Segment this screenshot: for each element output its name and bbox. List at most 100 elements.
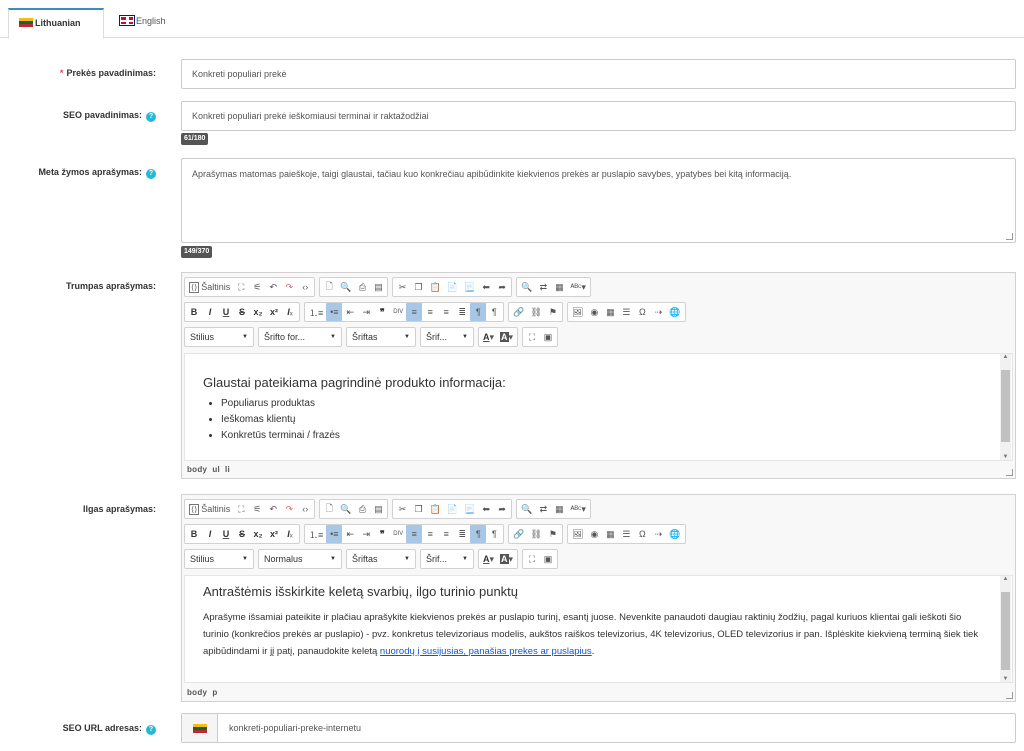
- bold-icon[interactable]: B: [186, 303, 202, 321]
- link-icon[interactable]: 🔗: [510, 303, 527, 321]
- cut-icon[interactable]: ✂: [394, 278, 410, 296]
- size-dropdown[interactable]: Šrif... ▼: [420, 549, 474, 569]
- blockquote-icon[interactable]: ❞: [374, 303, 390, 321]
- paste-word-icon[interactable]: 📃: [461, 500, 478, 518]
- hr-icon[interactable]: ☰: [618, 525, 634, 543]
- templates-icon[interactable]: ⛶: [233, 500, 249, 518]
- paste-word-icon[interactable]: 📃: [461, 278, 478, 296]
- undo-grey-icon[interactable]: ↶: [265, 278, 281, 296]
- paste-icon[interactable]: 📋: [426, 278, 443, 296]
- path-item[interactable]: body: [187, 688, 207, 697]
- format-dropdown[interactable]: Normalus ▼: [258, 549, 342, 569]
- spellcheck-icon[interactable]: ᴬᴮᶜ▾: [567, 278, 589, 296]
- styles-dropdown[interactable]: Stilius ▼: [184, 327, 254, 347]
- replace-icon[interactable]: ⇄: [535, 278, 551, 296]
- new-page-icon[interactable]: 🗋: [321, 500, 337, 518]
- superscript-icon[interactable]: x²: [266, 303, 282, 321]
- new-page-icon[interactable]: 🗋: [321, 278, 337, 296]
- redo-icon[interactable]: ➦: [494, 278, 510, 296]
- copy-icon[interactable]: ❐: [410, 500, 426, 518]
- image-icon[interactable]: 🖼: [569, 525, 586, 543]
- align-left-icon[interactable]: ≡: [406, 303, 423, 321]
- align-center-icon[interactable]: ≡: [422, 525, 438, 543]
- numbered-list-icon[interactable]: ⒈≡: [306, 525, 326, 543]
- template-icon[interactable]: ▤: [370, 500, 386, 518]
- anchor-icon[interactable]: ⚑: [545, 525, 561, 543]
- div-icon[interactable]: DIV: [390, 303, 406, 321]
- scrollbar[interactable]: ▲ ▼: [1000, 576, 1011, 682]
- template-icon[interactable]: ▤: [370, 278, 386, 296]
- unlink-icon[interactable]: ⛓: [528, 525, 545, 543]
- print-icon[interactable]: ⎙: [354, 278, 370, 296]
- preview-icon[interactable]: 🔍: [337, 500, 354, 518]
- select-all-icon[interactable]: ▦: [551, 500, 567, 518]
- bold-icon[interactable]: B: [186, 525, 202, 543]
- rtl-icon[interactable]: ¶: [486, 303, 502, 321]
- ltr-icon[interactable]: ¶: [470, 303, 487, 321]
- bg-color-icon[interactable]: A ▾: [497, 328, 516, 346]
- iframe-icon[interactable]: 🌐: [666, 303, 683, 321]
- bulleted-list-icon[interactable]: •≡: [326, 303, 343, 321]
- copy-icon[interactable]: ❐: [410, 278, 426, 296]
- undo-icon[interactable]: ⬅: [478, 278, 494, 296]
- paste-text-icon[interactable]: 📄: [444, 278, 461, 296]
- table-icon[interactable]: ▦: [602, 303, 618, 321]
- path-item[interactable]: ul: [212, 465, 220, 474]
- meta-description-textarea[interactable]: Aprašymas matomas paieškoje, taigi glaus…: [181, 158, 1016, 243]
- tab-english[interactable]: English: [110, 8, 176, 39]
- text-color-icon[interactable]: A ▾: [480, 550, 497, 568]
- superscript-icon[interactable]: x²: [266, 525, 282, 543]
- rtl-icon[interactable]: ¶: [486, 525, 502, 543]
- maximize-icon[interactable]: ⛶: [524, 328, 540, 346]
- help-icon[interactable]: ?: [146, 169, 156, 179]
- text-color-icon[interactable]: A ▾: [480, 328, 497, 346]
- resize-handle[interactable]: [1006, 233, 1013, 240]
- replace-icon[interactable]: ⇄: [535, 500, 551, 518]
- print-icon[interactable]: ⎙: [354, 500, 370, 518]
- align-left-icon[interactable]: ≡: [406, 525, 423, 543]
- scroll-down-icon[interactable]: ▼: [1000, 454, 1011, 460]
- outdent-icon[interactable]: ⇤: [342, 303, 358, 321]
- seo-url-input[interactable]: konkreti-populiari-preke-internetu: [229, 714, 361, 742]
- justify-icon[interactable]: ≣: [454, 525, 470, 543]
- preview-icon[interactable]: 🔍: [337, 278, 354, 296]
- italic-icon[interactable]: I: [202, 525, 218, 543]
- source-button[interactable]: ⟨⟩ Šaltinis: [186, 278, 233, 296]
- find-icon[interactable]: 🔍: [518, 500, 535, 518]
- seo-name-input[interactable]: Konkreti populiari prekė ieškomiausi ter…: [181, 101, 1016, 131]
- special-char-icon[interactable]: Ω: [634, 303, 650, 321]
- scroll-thumb[interactable]: [1001, 592, 1010, 670]
- iframe-icon[interactable]: 🌐: [666, 525, 683, 543]
- find-replace-icon[interactable]: ⚟: [249, 500, 265, 518]
- undo-icon[interactable]: ⬅: [478, 500, 494, 518]
- page-break-icon[interactable]: ⇢: [650, 303, 666, 321]
- format-dropdown[interactable]: Šrifto for... ▼: [258, 327, 342, 347]
- font-dropdown[interactable]: Šriftas ▼: [346, 549, 416, 569]
- tab-lithuanian[interactable]: Lithuanian: [8, 8, 104, 39]
- find-icon[interactable]: 🔍: [518, 278, 535, 296]
- related-products-link[interactable]: nuorodų į susijusias, panašias prekes ar…: [380, 646, 592, 657]
- italic-icon[interactable]: I: [202, 303, 218, 321]
- font-dropdown[interactable]: Šriftas ▼: [346, 327, 416, 347]
- ltr-icon[interactable]: ¶: [470, 525, 487, 543]
- div-icon[interactable]: DIV: [390, 525, 406, 543]
- paste-text-icon[interactable]: 📄: [444, 500, 461, 518]
- show-blocks-icon[interactable]: ▣: [540, 550, 556, 568]
- image-icon[interactable]: 🖼: [569, 303, 586, 321]
- show-blocks-icon[interactable]: ▣: [540, 328, 556, 346]
- indent-icon[interactable]: ⇥: [358, 303, 374, 321]
- editor-content-area[interactable]: Glaustai pateikiama pagrindinė produkto …: [184, 353, 1013, 461]
- redo-red-icon[interactable]: ↷: [281, 500, 297, 518]
- templates-icon[interactable]: ⛶: [233, 278, 249, 296]
- undo-grey-icon[interactable]: ↶: [265, 500, 281, 518]
- numbered-list-icon[interactable]: ⒈≡: [306, 303, 326, 321]
- table-icon[interactable]: ▦: [602, 525, 618, 543]
- remove-format-icon[interactable]: Iₓ: [282, 303, 298, 321]
- code-icon[interactable]: ‹›: [297, 500, 313, 518]
- find-replace-icon[interactable]: ⚟: [249, 278, 265, 296]
- scroll-thumb[interactable]: [1001, 370, 1010, 442]
- strike-icon[interactable]: S: [234, 303, 250, 321]
- path-item[interactable]: p: [212, 688, 217, 697]
- scroll-down-icon[interactable]: ▼: [1000, 676, 1011, 682]
- size-dropdown[interactable]: Šrif... ▼: [420, 327, 474, 347]
